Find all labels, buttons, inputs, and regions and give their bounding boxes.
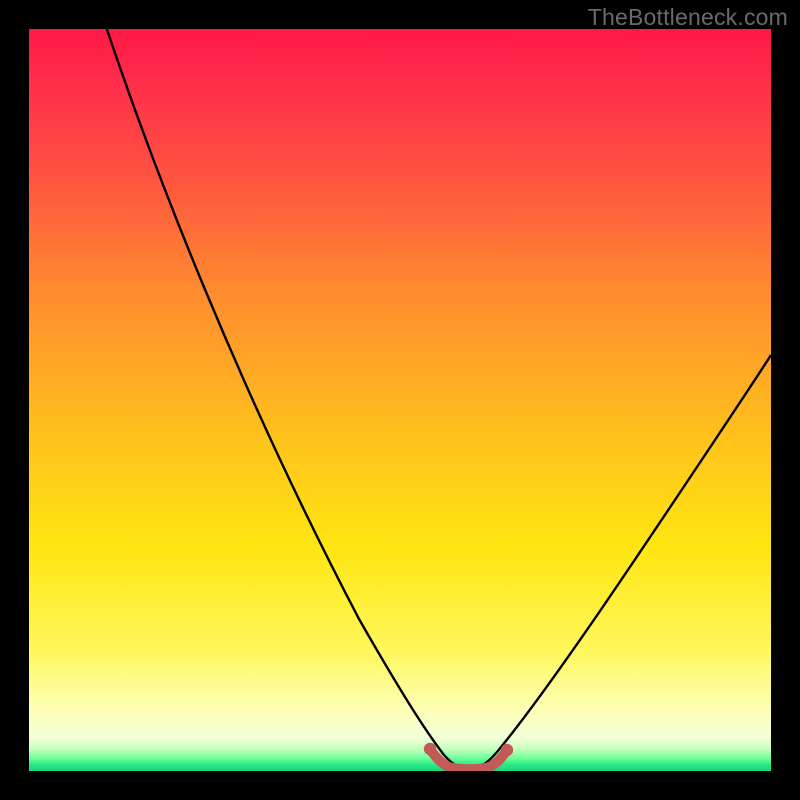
chart-frame: TheBottleneck.com <box>0 0 800 800</box>
plot-area <box>29 29 771 771</box>
optimal-band-endpoint-left <box>424 743 436 755</box>
curve-layer <box>29 29 771 771</box>
optimal-band-endpoint-right <box>501 744 513 756</box>
bottleneck-curve <box>81 29 771 769</box>
watermark-text: TheBottleneck.com <box>588 4 788 31</box>
